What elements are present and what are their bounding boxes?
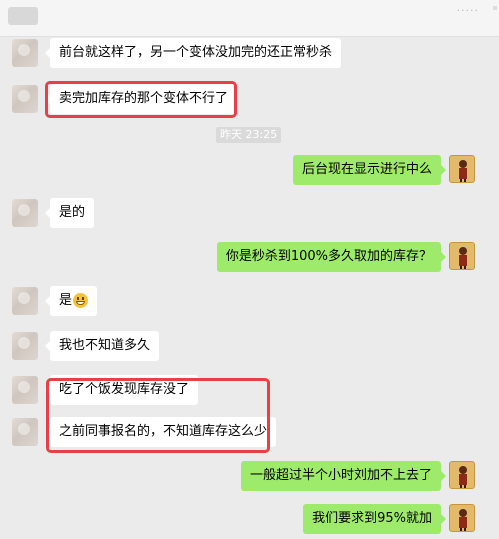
cartoon-figure-icon [459, 247, 467, 269]
message-text: 是 [59, 293, 73, 308]
contact-avatar[interactable] [12, 85, 38, 113]
message-bubble: 你是秒杀到100%多久取加的库存？ [216, 242, 447, 272]
more-options-icon[interactable]: ····· [457, 4, 479, 17]
contact-avatar[interactable] [12, 418, 38, 446]
highlight-box [46, 378, 270, 453]
cartoon-figure-icon [459, 466, 467, 488]
message-bubble: 前台就这样了，另一个变体没加完的还正常秒杀 [44, 38, 342, 68]
contact-avatar[interactable] [12, 287, 38, 315]
message-bubble: 是的 [44, 198, 95, 228]
contact-avatar[interactable] [12, 39, 38, 67]
my-avatar[interactable] [449, 155, 475, 183]
cartoon-figure-icon [459, 160, 467, 182]
message-bubble: 后台现在显示进行中么 [292, 155, 447, 185]
grinning-face-icon [73, 293, 89, 308]
chat-title-blurred [8, 7, 38, 25]
my-avatar[interactable] [449, 461, 475, 489]
cartoon-figure-icon [459, 509, 467, 531]
window-corner-mark [493, 6, 497, 10]
highlight-box [45, 81, 237, 118]
my-avatar[interactable] [449, 504, 475, 532]
message-timestamp: 昨天 23:25 [216, 127, 282, 143]
contact-avatar[interactable] [12, 332, 38, 360]
contact-avatar[interactable] [12, 376, 38, 404]
chat-header: ····· [0, 0, 499, 37]
my-avatar[interactable] [449, 242, 475, 270]
message-bubble: 一般超过半个小时刘加不上去了 [240, 461, 447, 491]
message-bubble: 我也不知道多久 [44, 331, 160, 361]
message-bubble: 我们要求到95%就加 [303, 504, 446, 534]
message-bubble: 是 [44, 286, 98, 316]
contact-avatar[interactable] [12, 199, 38, 227]
